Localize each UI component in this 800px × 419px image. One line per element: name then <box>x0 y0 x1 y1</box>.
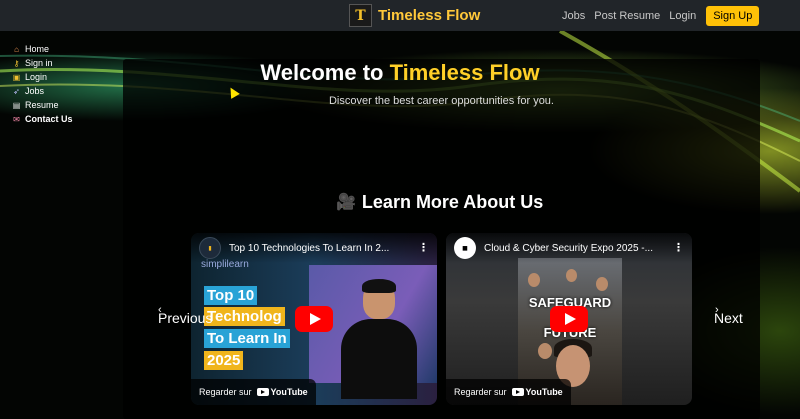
home-icon: ⌂ <box>14 44 19 54</box>
video-title[interactable]: Cloud & Cyber Security Expo 2025 -... <box>484 243 664 254</box>
video-camera-icon: 🎥 <box>336 194 356 211</box>
carousel-previous-label: Previous <box>158 310 213 326</box>
sidebar-item-label: Home <box>25 44 50 54</box>
youtube-logo-icon: YouTube <box>511 387 563 397</box>
hero-title-accent: Timeless Flow <box>389 60 540 85</box>
thumbnail-text-line: Technolog <box>204 307 285 326</box>
section-title-text: Learn More About Us <box>361 191 544 212</box>
sidebar-item-contact-us[interactable]: ✉ Contact Us <box>11 112 73 126</box>
video-thumbnail-presenter <box>341 279 417 399</box>
top-navbar: T Timeless Flow Jobs Post Resume Login S… <box>0 0 800 31</box>
section-title: 🎥 Learn More About Us <box>336 191 543 213</box>
nav-link-jobs[interactable]: Jobs <box>562 10 585 22</box>
thumbnail-text-line: Top 10 <box>204 286 258 305</box>
envelope-icon: ✉ <box>13 114 20 124</box>
thumbnail-text-line: 2025 <box>204 351 244 370</box>
brand-name: Timeless Flow <box>378 7 481 24</box>
nav-links: Jobs Post Resume Login Sign Up <box>562 0 760 31</box>
hero-subtitle: Discover the best career opportunities f… <box>328 95 554 107</box>
youtube-logo-text: YouTube <box>270 387 308 397</box>
hero-title: Welcome to Timeless Flow <box>0 60 800 86</box>
thumbnail-text-line: To Learn In <box>204 329 290 348</box>
brand[interactable]: T Timeless Flow <box>349 3 480 28</box>
video-embed-cyber-expo[interactable]: SAFEGUARD FUTURE ■ Cloud & Cyber Securit… <box>446 233 692 405</box>
watch-on-label: Regarder sur <box>454 387 507 397</box>
youtube-logo-text: YouTube <box>525 387 563 397</box>
sidebar-item-label: Contact Us <box>25 114 73 124</box>
chevron-right-icon: › <box>715 304 719 316</box>
nav-link-login[interactable]: Login <box>669 10 696 22</box>
thumbnail-face <box>566 269 577 282</box>
watch-on-youtube-button[interactable]: Regarder sur YouTube <box>446 379 571 405</box>
carousel-previous-button[interactable]: ‹ Previous <box>158 304 213 326</box>
carousel-next-button[interactable]: › Next <box>714 304 743 326</box>
video-title-bar: ■ Cloud & Cyber Security Expo 2025 -... <box>446 233 692 263</box>
nav-link-post-resume[interactable]: Post Resume <box>594 10 660 22</box>
video-title[interactable]: Top 10 Technologies To Learn In 2... <box>229 243 409 254</box>
watch-on-youtube-button[interactable]: Regarder sur YouTube <box>191 379 316 405</box>
thumbnail-face <box>596 277 608 291</box>
hero-title-prefix: Welcome to <box>260 60 390 85</box>
video-title-bar: ▮ Top 10 Technologies To Learn In 2... <box>191 233 437 263</box>
more-options-icon[interactable]: ⋮ <box>418 241 429 254</box>
channel-avatar[interactable]: ▮ <box>199 237 221 259</box>
play-button[interactable] <box>295 306 333 332</box>
watch-on-label: Regarder sur <box>199 387 252 397</box>
thumbnail-face <box>528 273 540 287</box>
channel-avatar[interactable]: ■ <box>454 237 476 259</box>
chevron-left-icon: ‹ <box>158 304 162 316</box>
thumbnail-face <box>538 343 552 359</box>
more-options-icon[interactable]: ⋮ <box>673 241 684 254</box>
youtube-logo-icon: YouTube <box>256 387 308 397</box>
brand-logo: T <box>349 4 372 27</box>
sidebar-item-home[interactable]: ⌂ Home <box>11 42 73 56</box>
sign-up-button[interactable]: Sign Up <box>706 5 760 26</box>
play-button[interactable] <box>550 306 588 332</box>
video-embed-technologies[interactable]: simplilearn Top 10 Technolog To Learn In… <box>191 233 437 405</box>
